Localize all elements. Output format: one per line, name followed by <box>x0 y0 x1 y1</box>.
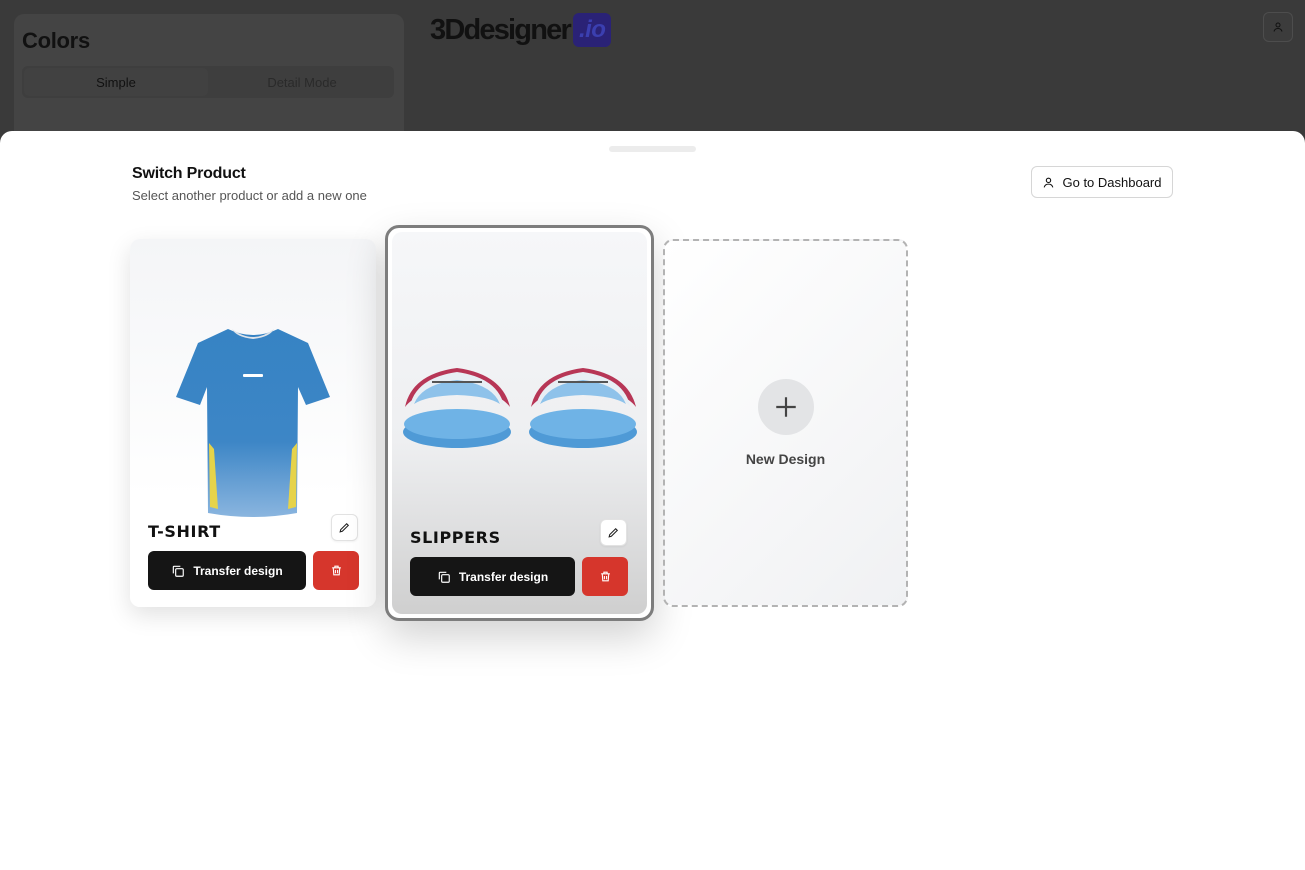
colors-panel-title: Colors <box>22 28 90 53</box>
new-design-card[interactable]: New Design <box>663 239 908 607</box>
switch-product-sheet: Switch Product Select another product or… <box>0 131 1305 870</box>
dashboard-button-label: Go to Dashboard <box>1062 174 1162 190</box>
trash-icon <box>331 565 341 576</box>
pencil-icon <box>608 527 619 538</box>
user-icon <box>1044 177 1054 188</box>
tab-simple[interactable]: Simple <box>24 68 208 96</box>
transfer-design-label: Transfer design <box>458 569 549 584</box>
trash-icon <box>600 571 610 582</box>
new-design-label: New Design <box>745 451 826 467</box>
plus-circle <box>757 379 814 435</box>
product-card-tshirt[interactable]: T-SHIRT Transfer design <box>130 239 376 607</box>
edit-button[interactable] <box>600 519 627 546</box>
transfer-design-label: Transfer design <box>193 563 283 578</box>
product-name: SLIPPERS <box>410 528 501 547</box>
color-mode-tabs: Simple Detail Mode <box>22 66 394 98</box>
go-to-dashboard-button[interactable]: Go to Dashboard <box>1031 166 1173 198</box>
profile-button[interactable] <box>1263 12 1293 42</box>
transfer-design-button[interactable]: Transfer design <box>148 551 306 590</box>
tshirt-image <box>176 329 330 517</box>
product-card-slippers[interactable]: SLIPPERS Transfer design <box>392 232 647 614</box>
copy-icon <box>438 571 450 583</box>
pencil-icon <box>339 522 350 533</box>
sheet-title: Switch Product <box>132 165 246 182</box>
delete-button[interactable] <box>582 557 628 596</box>
copy-icon <box>173 565 185 577</box>
logo-badge: .io <box>572 13 612 47</box>
plus-icon <box>775 397 796 417</box>
user-icon <box>1273 22 1283 32</box>
app-logo: 3Ddesigner .io <box>430 13 612 47</box>
transfer-design-button[interactable]: Transfer design <box>410 557 575 596</box>
sheet-drag-handle[interactable] <box>609 146 696 152</box>
product-name: T-SHIRT <box>148 522 221 541</box>
sheet-subtitle: Select another product or add a new one <box>132 188 367 203</box>
delete-button[interactable] <box>313 551 359 590</box>
slippers-image <box>403 368 637 448</box>
tab-detail-mode[interactable]: Detail Mode <box>210 66 394 98</box>
product-card-slippers-selected[interactable]: SLIPPERS Transfer design <box>385 225 654 621</box>
logo-text: 3Ddesigner <box>430 13 572 46</box>
edit-button[interactable] <box>331 514 358 541</box>
